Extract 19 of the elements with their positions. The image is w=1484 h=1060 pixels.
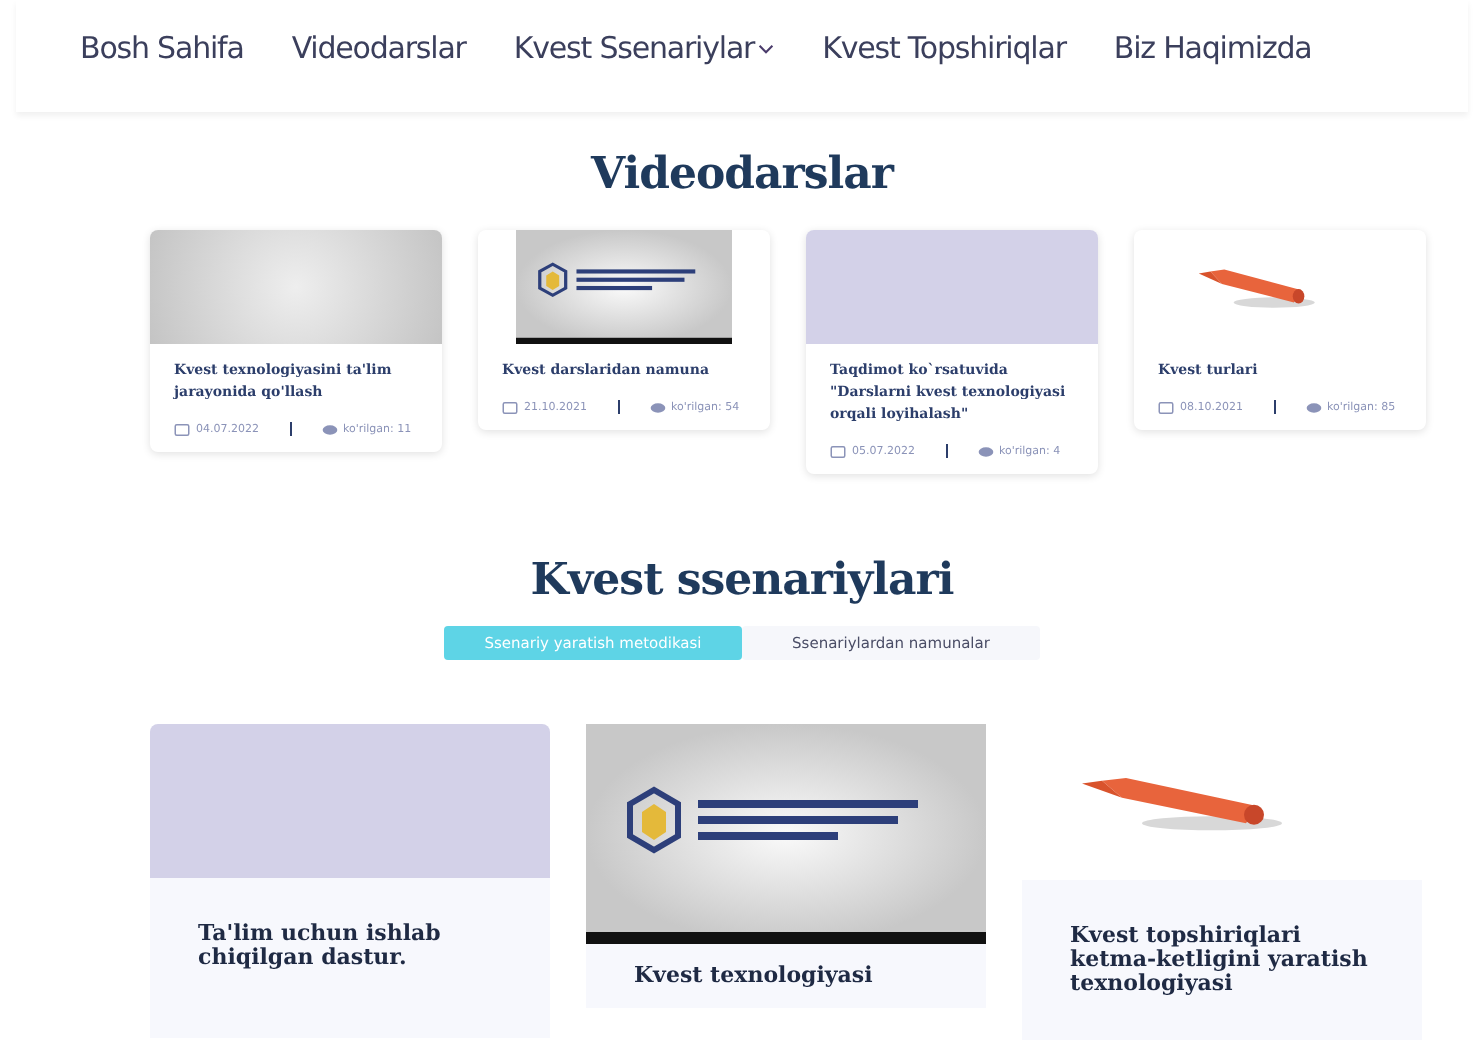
caret-icon xyxy=(758,43,775,53)
eye-icon xyxy=(321,423,337,435)
card-title: Ta'lim uchun ishlab chiqilgan dastur. xyxy=(198,922,443,970)
calendar-icon xyxy=(502,401,518,413)
nav-link[interactable]: Kvest Ssenariylar xyxy=(513,24,775,72)
calendar-icon xyxy=(1158,401,1174,413)
calendar-icon xyxy=(174,423,190,435)
nav-link[interactable]: Bosh Sahifa xyxy=(80,24,244,72)
eye-icon xyxy=(977,445,993,457)
card-title: Kvest topshiriqlari ketma-ketligini yaratish texnologiyasi xyxy=(1070,924,1370,996)
calendar-icon xyxy=(830,445,846,457)
card-title: Kvest texnologiyasi xyxy=(634,964,875,988)
nav-link[interactable]: Videodarslar xyxy=(291,24,466,72)
section-title: Videodarslar xyxy=(588,148,897,200)
eye-icon xyxy=(1305,401,1321,413)
nav-link[interactable]: Biz Haqimizda xyxy=(1113,24,1312,72)
nav-link[interactable]: Kvest Topshiriqlar xyxy=(822,24,1066,72)
eye-icon xyxy=(649,401,665,413)
section-title: Kvest ssenariylari xyxy=(528,554,956,606)
